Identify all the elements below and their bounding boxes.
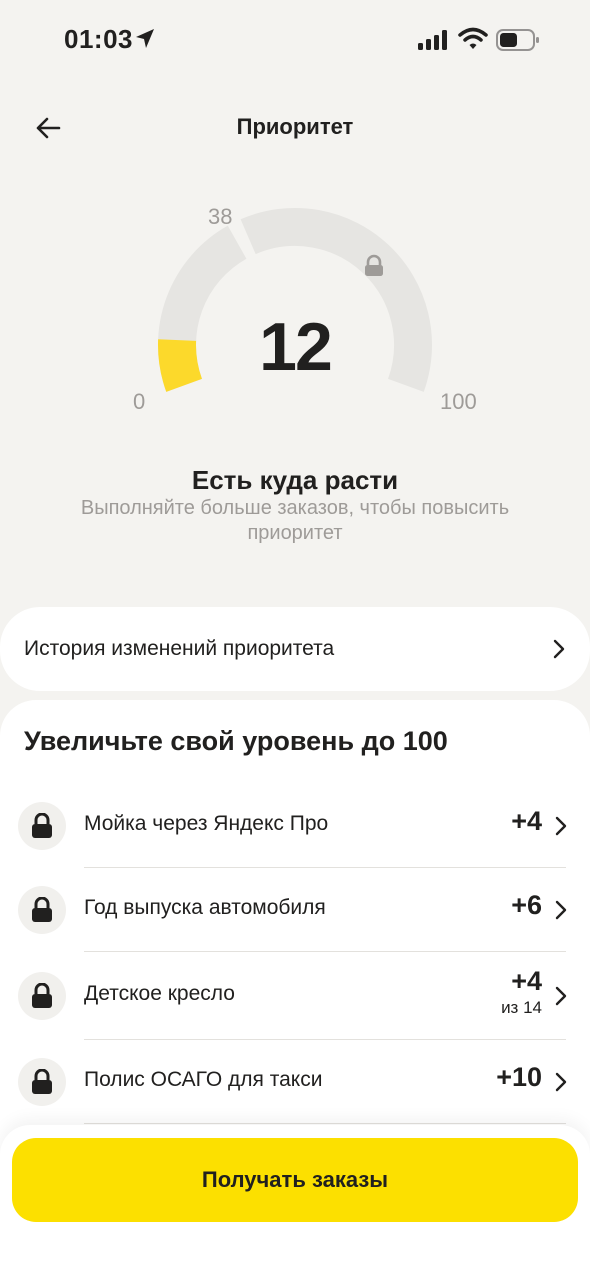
status-bar: 01:03 [0,0,590,80]
chevron-right-icon [553,639,565,659]
task-points: +4 [511,966,542,996]
task-row-osago[interactable]: Полис ОСАГО для такси +10 [0,1040,590,1124]
gauge-min-label: 0 [133,389,146,414]
priority-value: 12 [259,309,333,385]
level-up-title: Увеличьте свой уровень до 100 [24,726,448,756]
task-icon-wrap [18,972,66,1020]
task-icon-wrap [18,886,66,934]
task-label: Полис ОСАГО для такси [84,1068,323,1091]
task-points: +4 [511,806,542,836]
status-time: 01:03 [64,24,133,54]
chevron-right-icon [555,900,567,920]
task-label: Год выпуска автомобиля [84,896,326,919]
task-label: Мойка через Яндекс Про [84,812,329,835]
lock-icon [32,1069,52,1094]
task-sub: из 14 [501,998,542,1017]
priority-history-link[interactable]: История изменений приоритета [0,607,590,691]
task-row-car-wash[interactable]: Мойка через Яндекс Про +4 [0,784,590,868]
status-subtitle: Выполняйте больше заказов, чтобы повысит… [80,497,510,544]
task-points: +6 [511,890,542,920]
task-row-car-year[interactable]: Год выпуска автомобиля +6 [0,868,590,952]
lock-icon [32,897,52,922]
divider [84,1123,566,1124]
chevron-right-icon [555,986,567,1006]
task-icon-wrap [18,802,66,850]
priority-screen: 01:03 Приоритет 12 0 38 100 Есть куда ра… [0,0,590,1280]
gauge-max-label: 100 [440,389,477,414]
cellular-signal-icon [418,30,447,50]
task-label: Детское кресло [84,982,235,1005]
task-row-child-seat[interactable]: Детское кресло +4 из 14 [0,952,590,1040]
battery-icon [496,29,539,51]
status-title: Есть куда расти [191,465,399,495]
task-points: +10 [496,1062,542,1092]
task-icon-wrap [18,1058,66,1106]
wifi-icon [458,27,488,49]
lock-icon [32,813,52,838]
get-orders-button[interactable]: Получать заказы [12,1138,578,1222]
lock-icon [32,983,52,1008]
chevron-right-icon [555,1072,567,1092]
gauge-threshold-label: 38 [208,204,233,229]
page-title: Приоритет [236,114,354,139]
priority-history-label: История изменений приоритета [24,637,335,660]
chevron-right-icon [555,816,567,836]
location-arrow-icon [136,29,154,48]
